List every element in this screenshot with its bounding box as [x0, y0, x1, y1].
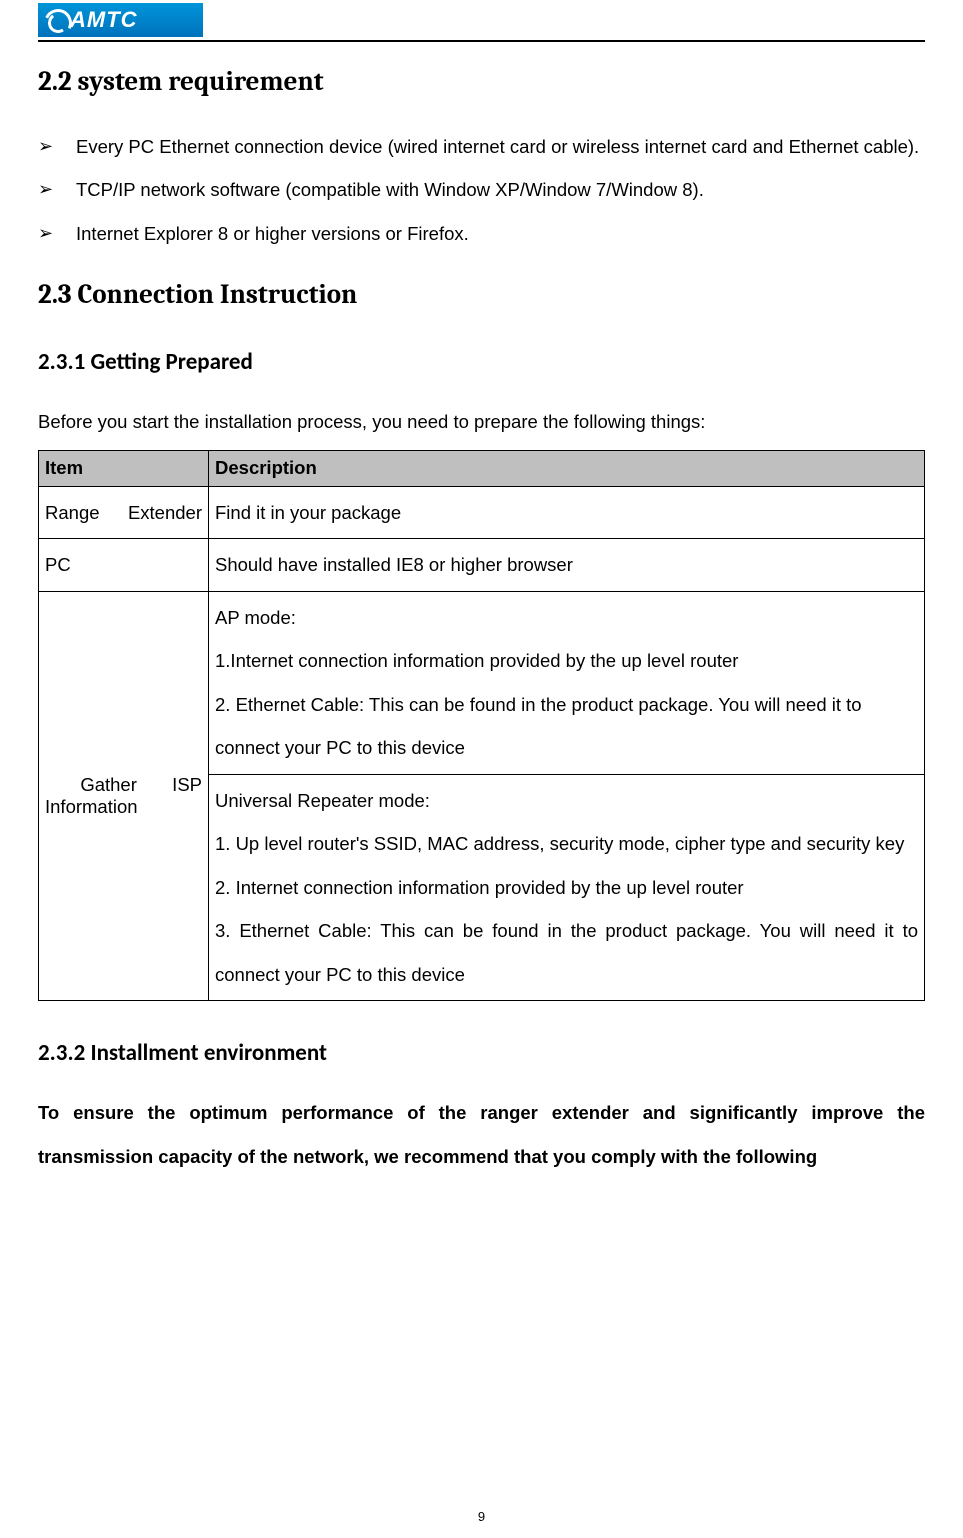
swirl-icon — [44, 9, 66, 31]
page: AMTC 2.2 system requirement Every PC Eth… — [0, 3, 963, 1538]
heading-2-3: 2.3 Connection Instruction — [38, 279, 925, 310]
cell-description-universal-repeater: Universal Repeater mode: 1. Up level rou… — [209, 774, 925, 1000]
heading-2-3-2: 2.3.2 Installment environment — [38, 1039, 925, 1067]
list-item: Every PC Ethernet connection device (wir… — [38, 125, 925, 168]
brand-logo-text: AMTC — [70, 7, 138, 33]
preparation-table: Item Description Range Extender Find it … — [38, 450, 925, 1001]
col-header-item: Item — [39, 450, 209, 486]
page-number: 9 — [0, 1509, 963, 1524]
heading-2-3-1: 2.3.1 Getting Prepared — [38, 348, 925, 376]
table-header-row: Item Description — [39, 450, 925, 486]
cell-item: Gather ISP Information — [39, 591, 209, 1000]
cell-item: PC — [39, 539, 209, 591]
installment-paragraph: To ensure the optimum performance of the… — [38, 1091, 925, 1178]
list-item: Internet Explorer 8 or higher versions o… — [38, 212, 925, 255]
header-divider — [38, 40, 925, 42]
cell-description-ap: AP mode: 1.Internet connection informati… — [209, 591, 925, 774]
col-header-description: Description — [209, 450, 925, 486]
list-item: TCP/IP network software (compatible with… — [38, 168, 925, 211]
heading-2-2: 2.2 system requirement — [38, 66, 925, 97]
brand-logo: AMTC — [38, 3, 203, 37]
requirements-list: Every PC Ethernet connection device (wir… — [38, 125, 925, 255]
table-row: Gather ISP Information AP mode: 1.Intern… — [39, 591, 925, 774]
intro-paragraph: Before you start the installation proces… — [38, 400, 925, 443]
cell-item: Range Extender — [39, 486, 209, 538]
table-row: Range Extender Find it in your package — [39, 486, 925, 538]
cell-description: Find it in your package — [209, 486, 925, 538]
cell-description: Should have installed IE8 or higher brow… — [209, 539, 925, 591]
table-row: PC Should have installed IE8 or higher b… — [39, 539, 925, 591]
